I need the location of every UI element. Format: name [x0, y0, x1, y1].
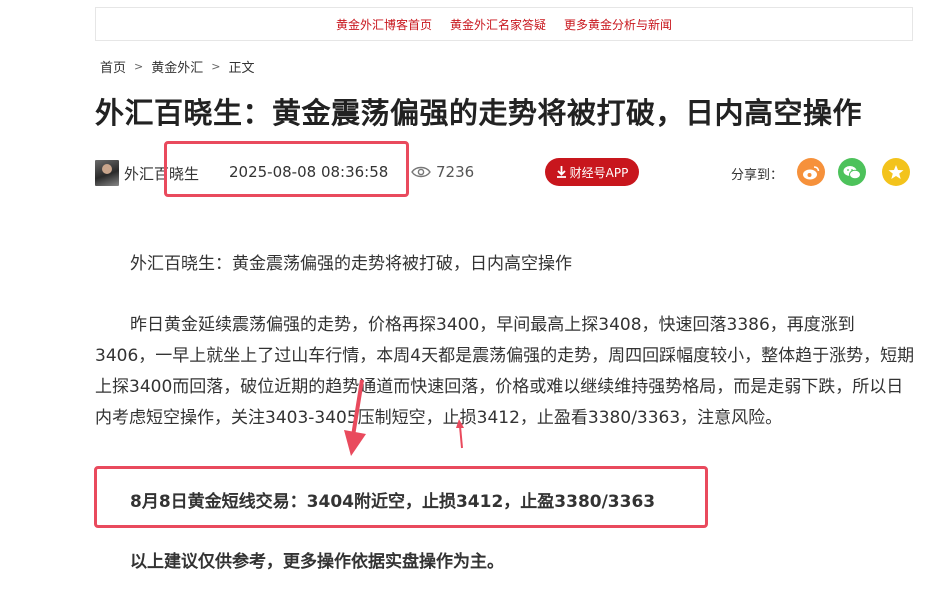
view-count-value: 7236	[436, 163, 475, 181]
favorite-share-button[interactable]	[882, 158, 910, 186]
datetime-highlight-box	[164, 141, 409, 197]
star-icon	[888, 165, 904, 179]
breadcrumb-current: 正文	[228, 61, 255, 76]
weibo-share-button[interactable]	[797, 158, 825, 186]
breadcrumb-home[interactable]: 首页	[100, 57, 126, 76]
trade-signal-text: 8月8日黄金短线交易：3404附近空，止损3412，止盈3380/3363	[130, 492, 656, 512]
article-paragraph: 昨日黄金延续震荡偏强的走势，价格再探3400，早间最高上探3408，快速回落33…	[95, 315, 915, 428]
breadcrumb-separator: >	[211, 60, 221, 73]
top-nav: 黄金外汇博客首页 黄金外汇名家答疑 更多黄金分析与新闻	[95, 7, 913, 41]
nav-link-blog-home[interactable]: 黄金外汇博客首页	[336, 16, 432, 33]
breadcrumb: 首页 > 黄金外汇 > 正文	[100, 57, 254, 76]
annotation-arrow-icon	[344, 379, 366, 456]
download-icon	[556, 166, 566, 178]
view-count: 7236	[411, 163, 474, 181]
app-download-label: 财经号APP	[569, 165, 629, 180]
nav-link-expert-qa[interactable]: 黄金外汇名家答疑	[450, 16, 546, 33]
weibo-icon	[803, 165, 820, 179]
app-download-button[interactable]: 财经号APP	[545, 158, 639, 186]
article-paragraph: 外汇百晓生：黄金震荡偏强的走势将被打破，日内高空操作	[130, 254, 572, 274]
nav-link-more-news[interactable]: 更多黄金分析与新闻	[564, 16, 672, 33]
wechat-icon	[843, 165, 861, 179]
breadcrumb-separator: >	[134, 60, 144, 73]
breadcrumb-category[interactable]: 黄金外汇	[151, 57, 203, 76]
annotation-arrow-icon	[456, 419, 464, 449]
share-label: 分享到：	[731, 168, 784, 183]
avatar[interactable]	[95, 160, 119, 186]
eye-icon	[411, 166, 431, 178]
disclaimer-text: 以上建议仅供参考，更多操作依据实盘操作为主。	[130, 552, 504, 572]
page-title: 外汇百晓生：黄金震荡偏强的走势将被打破，日内高空操作	[95, 96, 863, 130]
wechat-share-button[interactable]	[838, 158, 866, 186]
